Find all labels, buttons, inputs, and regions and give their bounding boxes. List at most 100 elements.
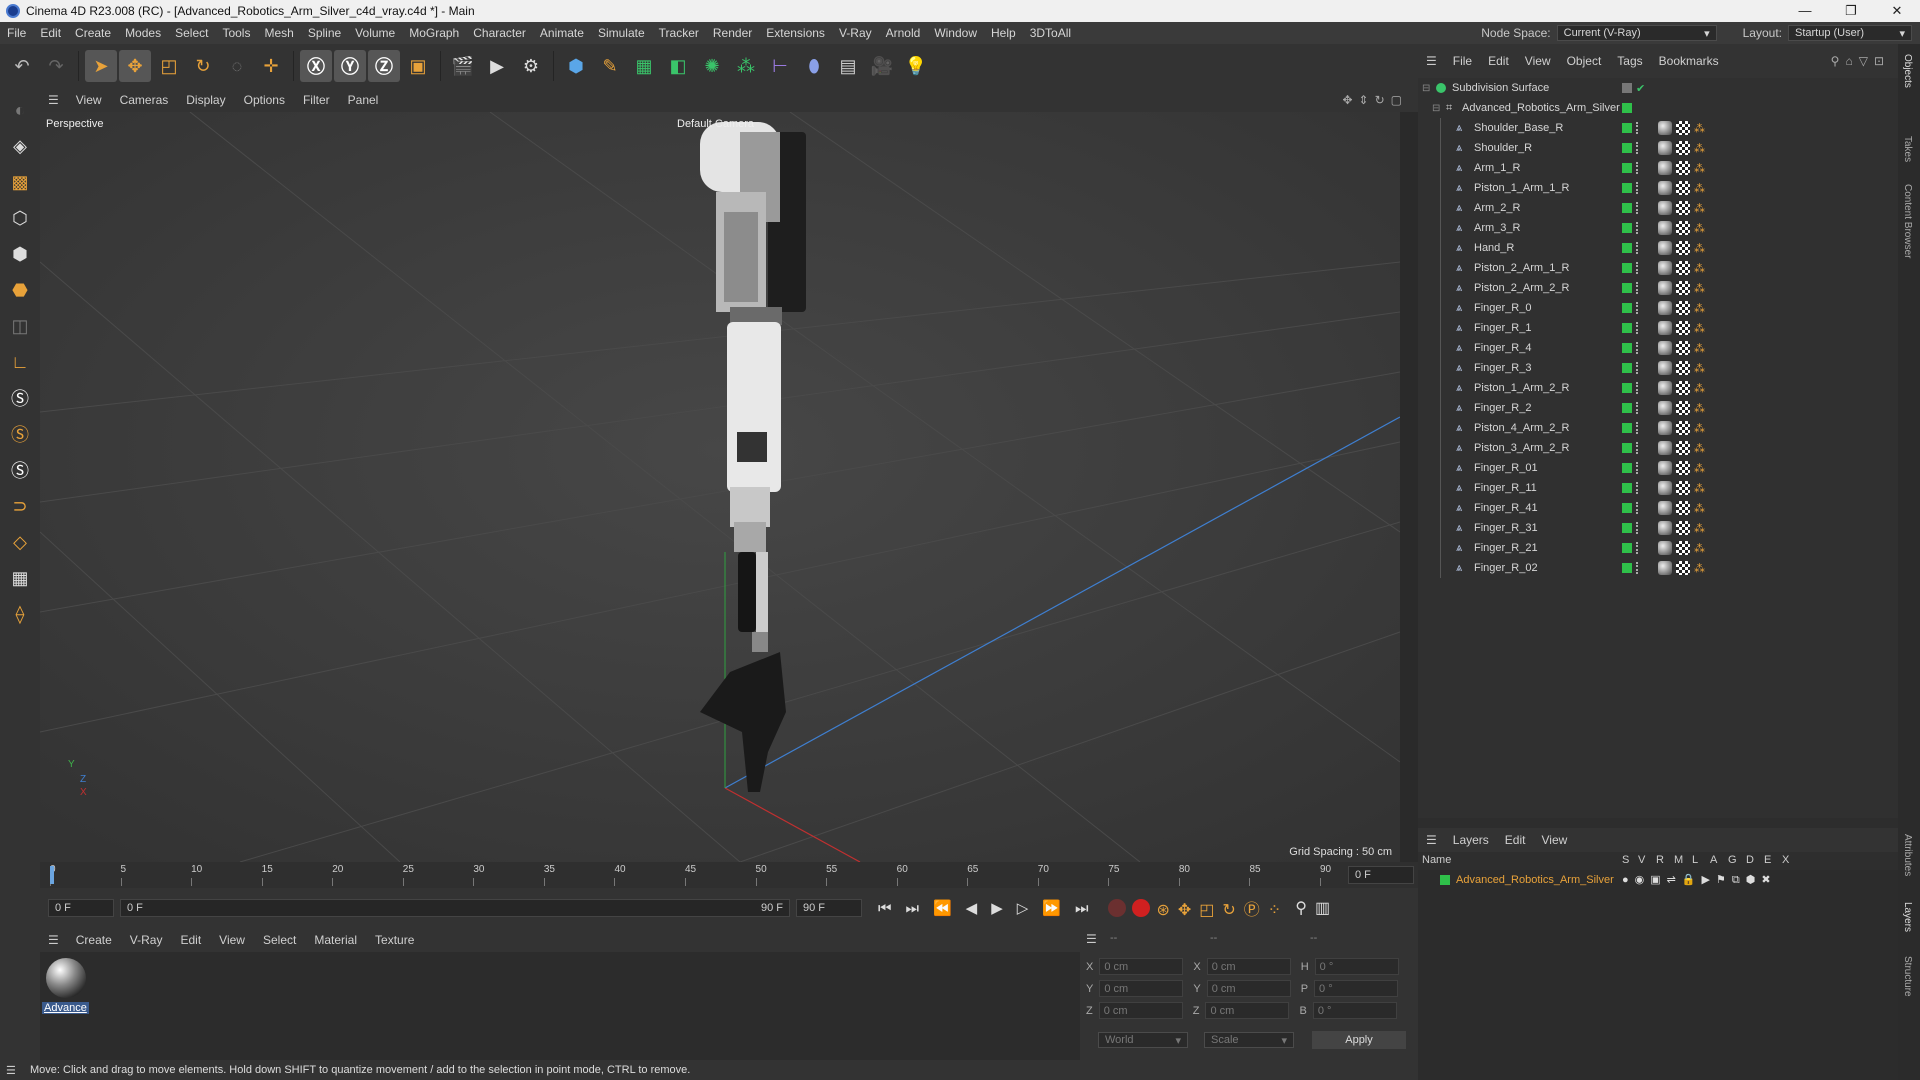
object-row[interactable]: ⩓ Hand_R ⁂ [1418, 238, 1898, 258]
menu-simulate[interactable]: Simulate [591, 26, 652, 40]
uv-mode-icon[interactable]: ◫ [4, 310, 36, 342]
object-row[interactable]: ⩓ Finger_R_2 ⁂ [1418, 398, 1898, 418]
material-tag-icon[interactable] [1658, 301, 1672, 315]
visibility-dots-icon[interactable] [1636, 402, 1640, 414]
visibility-dots-icon[interactable] [1636, 182, 1640, 194]
object-row[interactable]: ⩓ Finger_R_01 ⁂ [1418, 458, 1898, 478]
current-frame-field[interactable]: 0 F [1348, 866, 1414, 884]
deformer-icon[interactable]: ⊢ [764, 50, 796, 82]
material-tag-icon[interactable] [1658, 241, 1672, 255]
menu-mograph[interactable]: MoGraph [402, 26, 466, 40]
apply-button[interactable]: Apply [1312, 1031, 1406, 1049]
om-menu-view[interactable]: View [1517, 54, 1559, 68]
playback-buttons[interactable]: ⏮⏭⏪◀▶▷⏩⏭ [878, 899, 1102, 917]
om-menu-file[interactable]: File [1445, 54, 1480, 68]
object-row[interactable]: ⩓ Finger_R_02 ⁂ [1418, 558, 1898, 578]
menu-3dtoall[interactable]: 3DToAll [1023, 26, 1078, 40]
menu-tracker[interactable]: Tracker [652, 26, 706, 40]
material-tag-icon[interactable] [1658, 481, 1672, 495]
menu-mesh[interactable]: Mesh [257, 26, 300, 40]
key-mode-icons[interactable]: ⊛✥◰↻Ⓟ⁘ [1156, 896, 1289, 920]
tab-content-browser[interactable]: Content Browser [1902, 184, 1913, 258]
uvw-tag-icon[interactable] [1676, 261, 1690, 275]
uvw-tag-icon[interactable] [1676, 441, 1690, 455]
uvw-tag-icon[interactable] [1676, 481, 1690, 495]
uvw-tag-icon[interactable] [1676, 121, 1690, 135]
selection-tag-icon[interactable]: ⁂ [1694, 302, 1705, 315]
selection-tag-icon[interactable]: ⁂ [1694, 362, 1705, 375]
locked-workplane-icon[interactable]: ⟠ [4, 598, 36, 630]
layer-row[interactable]: Advanced_Robotics_Arm_Silver ●◉▣⇌🔒▶⚑⧉⬢✖ [1418, 870, 1898, 890]
redo-icon[interactable]: ↷ [40, 50, 72, 82]
uvw-tag-icon[interactable] [1676, 181, 1690, 195]
menu-character[interactable]: Character [466, 26, 533, 40]
visibility-dots-icon[interactable] [1636, 522, 1640, 534]
viewport-menu-view[interactable]: View [67, 93, 111, 107]
layers-menu-layers[interactable]: Layers [1445, 833, 1497, 847]
layer-swatch[interactable] [1622, 163, 1632, 173]
make-editable-icon[interactable]: ◐ [4, 94, 36, 126]
uvw-tag-icon[interactable] [1676, 301, 1690, 315]
layer-name[interactable]: Advanced_Robotics_Arm_Silver [1456, 874, 1614, 886]
rotation-h-field[interactable]: 0 ° [1314, 958, 1399, 975]
uvw-tag-icon[interactable] [1676, 421, 1690, 435]
scale-x-field[interactable]: 0 cm [1206, 958, 1291, 975]
selection-tag-icon[interactable]: ⁂ [1694, 242, 1705, 255]
camera-name[interactable]: Default Camera [677, 118, 754, 130]
object-row[interactable]: ⩓ Arm_3_R ⁂ [1418, 218, 1898, 238]
layer-swatch[interactable] [1622, 523, 1632, 533]
hamburger-icon[interactable]: ☰ [6, 1064, 16, 1077]
material-tag-icon[interactable] [1658, 401, 1672, 415]
object-row[interactable]: ⩓ Finger_R_3 ⁂ [1418, 358, 1898, 378]
magnet-icon[interactable]: ⊃ [4, 490, 36, 522]
layer-swatch[interactable] [1622, 243, 1632, 253]
rotate-tool-icon[interactable]: ↻ [187, 50, 219, 82]
visibility-dots-icon[interactable] [1636, 202, 1640, 214]
light-icon[interactable]: 💡 [900, 50, 932, 82]
menu-window[interactable]: Window [927, 26, 984, 40]
selection-tag-icon[interactable]: ⁂ [1694, 502, 1705, 515]
object-row-root[interactable]: ⊟ Subdivision Surface ✔ [1418, 78, 1898, 98]
layer-swatch[interactable] [1622, 403, 1632, 413]
rotation-p-field[interactable]: 0 ° [1314, 980, 1399, 997]
material-tag-icon[interactable] [1658, 281, 1672, 295]
uvw-tag-icon[interactable] [1676, 501, 1690, 515]
visibility-dots-icon[interactable] [1636, 562, 1640, 574]
object-row[interactable]: ⩓ Finger_R_1 ⁂ [1418, 318, 1898, 338]
hamburger-icon[interactable]: ☰ [40, 93, 67, 107]
selection-tag-icon[interactable]: ⁂ [1694, 122, 1705, 135]
subdivision-surface-icon[interactable]: ▦ [628, 50, 660, 82]
object-row[interactable]: ⩓ Shoulder_Base_R ⁂ [1418, 118, 1898, 138]
camera-icon[interactable]: 🎥 [866, 50, 898, 82]
menu-file[interactable]: File [0, 26, 33, 40]
material-name[interactable]: Advance [42, 1002, 89, 1014]
material-menu-view[interactable]: View [210, 933, 254, 947]
layer-swatch[interactable] [1622, 543, 1632, 553]
minimize-button[interactable]: — [1782, 3, 1828, 19]
uvw-tag-icon[interactable] [1676, 461, 1690, 475]
layer-swatch[interactable] [1622, 263, 1632, 273]
snap-s-white-icon[interactable]: Ⓢ [4, 454, 36, 486]
undo-icon[interactable]: ↶ [6, 50, 38, 82]
3d-viewport[interactable]: Y Z X Perspective Default Camera Grid Sp… [40, 112, 1400, 862]
uvw-tag-icon[interactable] [1676, 281, 1690, 295]
om-menu-tags[interactable]: Tags [1609, 54, 1650, 68]
material-tag-icon[interactable] [1658, 181, 1672, 195]
visibility-dots-icon[interactable] [1636, 342, 1640, 354]
material-tag-icon[interactable] [1658, 341, 1672, 355]
material-tag-icon[interactable] [1658, 561, 1672, 575]
layer-flag-icons[interactable]: ●◉▣⇌🔒▶⚑⧉⬢✖ [1622, 873, 1777, 887]
layer-swatch[interactable] [1622, 363, 1632, 373]
material-tag-icon[interactable] [1658, 201, 1672, 215]
position-y-field[interactable]: 0 cm [1099, 980, 1184, 997]
layer-swatch[interactable] [1622, 123, 1632, 133]
material-tag-icon[interactable] [1658, 321, 1672, 335]
selection-tag-icon[interactable]: ⁂ [1694, 222, 1705, 235]
layer-swatch[interactable] [1622, 423, 1632, 433]
scale-tool-icon[interactable]: ◰ [153, 50, 185, 82]
hamburger-icon[interactable]: ☰ [1418, 54, 1445, 68]
layer-swatch[interactable] [1622, 503, 1632, 513]
selection-tag-icon[interactable]: ⁂ [1694, 262, 1705, 275]
maximize-button[interactable]: ❐ [1828, 3, 1874, 19]
visibility-dots-icon[interactable] [1636, 222, 1640, 234]
